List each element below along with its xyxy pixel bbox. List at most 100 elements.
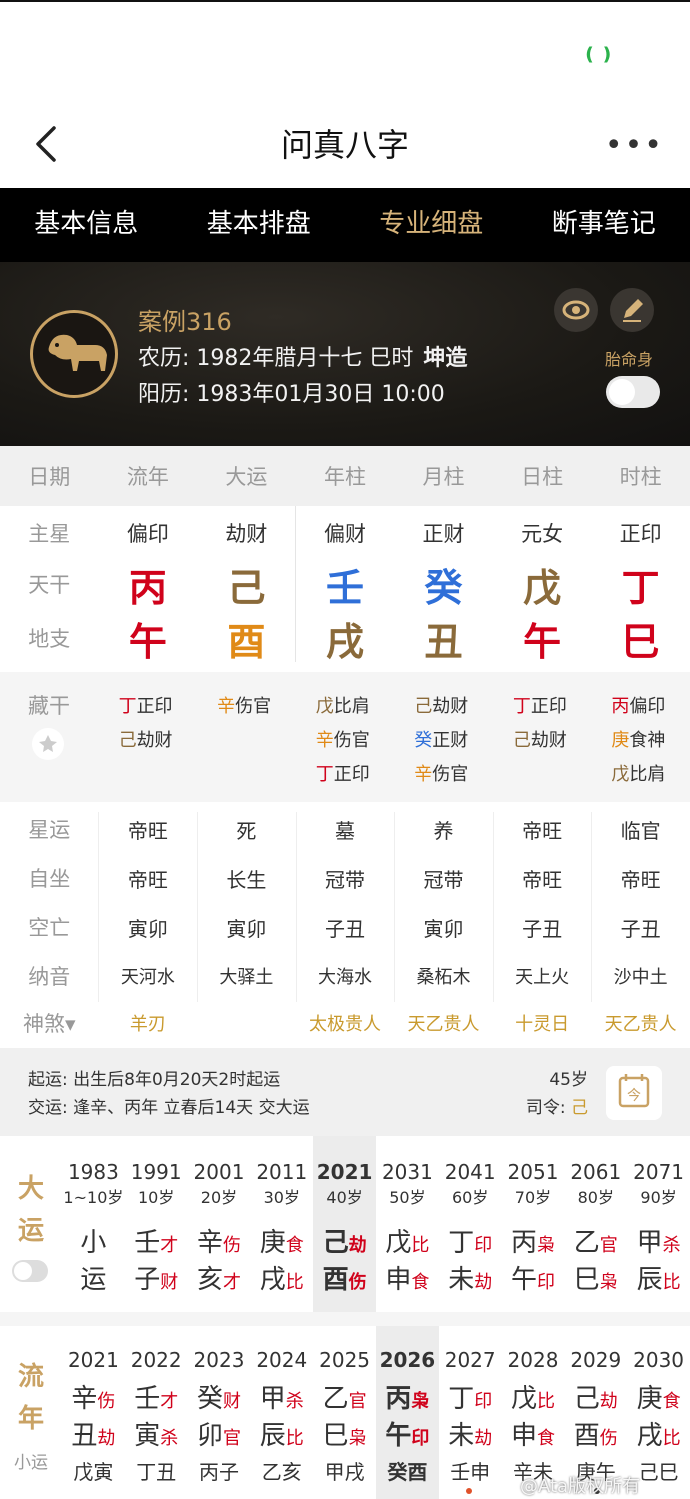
canggan-shishen: 劫财 [136, 730, 173, 751]
dayun-column[interactable]: 2011 30岁 庚食 戌比 [250, 1136, 313, 1312]
shensha-cell[interactable]: 太极贵人 [296, 1010, 395, 1036]
xingyun-cell: 墓 [334, 818, 355, 843]
liunian-column[interactable]: 2025 乙官 巳枭 甲戌 [313, 1326, 376, 1499]
gan-shishen: 印 [474, 1391, 493, 1412]
dayun-zhi: 酉伤 [313, 1259, 376, 1296]
battery-icon: ❪ ❫ [582, 44, 614, 65]
dayun-year: 2001 [193, 1160, 245, 1184]
toggle-knob [14, 1262, 32, 1280]
toggle-knob [609, 379, 635, 405]
taiyuan-toggle[interactable] [606, 376, 660, 408]
xiaoyun-toggle[interactable] [12, 1260, 48, 1282]
zhi-char: 辰 [259, 1421, 286, 1451]
liunian-year: 2024 [256, 1348, 308, 1372]
dayun-column[interactable]: 1991 10岁 壬才 子财 [125, 1136, 188, 1312]
liunian-column[interactable]: 2024 甲杀 辰比 乙亥 [250, 1326, 313, 1499]
eye-icon[interactable] [554, 288, 598, 332]
solar-date: 1983年01月30日 10:00 [196, 382, 445, 407]
liunian-gan: 戊比 [502, 1378, 565, 1415]
dayun-column[interactable]: 2021 40岁 己劫 酉伤 [313, 1136, 376, 1312]
calendar-icon: 今 [618, 1074, 650, 1108]
canggan-gan: 丁 [512, 696, 531, 717]
zhi-shishen: 食 [537, 1428, 555, 1449]
dayun-year: 1991 [130, 1160, 182, 1184]
zhi-char: 亥 [196, 1265, 223, 1295]
dayun-age: 40岁 [326, 1188, 363, 1207]
dayun-year: 2031 [381, 1160, 433, 1184]
liunian-gan: 己劫 [564, 1378, 627, 1415]
dayun-column[interactable]: 2041 60岁 丁印 未劫 [439, 1136, 502, 1312]
tab-bar: 基本信息 基本排盘 专业细盘 断事笔记 [0, 188, 690, 262]
liunian-column[interactable]: 2022 壬才 寅杀 丁丑 [125, 1326, 188, 1499]
dayun-column[interactable]: 2051 70岁 丙枭 午印 [502, 1136, 565, 1312]
liunian-column[interactable]: 2023 癸财 卯官 丙子 [188, 1326, 251, 1499]
tab-pro-chart[interactable]: 专业细盘 [345, 188, 518, 262]
liunian-gan: 乙官 [313, 1378, 376, 1415]
liunian-zhi: 未劫 [439, 1415, 502, 1452]
nayin-cell: 桑柘木 [416, 967, 471, 988]
gan-char: 甲 [636, 1228, 663, 1258]
dayun-age: 20岁 [200, 1188, 238, 1207]
dayun-column[interactable]: 2031 50岁 戊比 申食 [376, 1136, 439, 1312]
canggan-shishen: 比肩 [333, 696, 370, 717]
shensha-toggle[interactable]: 神煞▾ [0, 1008, 99, 1038]
nayin-cell: 天河水 [120, 967, 175, 988]
dayun-age: 50岁 [389, 1188, 426, 1207]
gan-shishen: 杀 [662, 1235, 681, 1256]
watermark: @Ata版权所有 [520, 1476, 641, 1497]
tab-basic-info[interactable]: 基本信息 [0, 188, 173, 262]
xiaoyun-ganzhi: 丁丑 [136, 1460, 177, 1484]
dayun-column[interactable]: 1983 1~10岁小运 [62, 1136, 125, 1312]
edit-icon[interactable] [610, 288, 654, 332]
dayun-gan: 丙枭 [502, 1222, 565, 1259]
canggan-item: 己劫财 [394, 690, 493, 724]
qiyun-info: 起运: 出生后8年0月20天2时起运 交运: 逢辛、丙年 立春后14天 交大运 … [0, 1048, 690, 1136]
pillar-header-row: 日期 流年 大运 年柱 月柱 日柱 时柱 [0, 446, 690, 506]
tiangan-char: 壬 [325, 565, 364, 610]
shensha-cell[interactable]: 羊刃 [99, 1010, 198, 1036]
liunian-year: 2027 [444, 1348, 496, 1372]
tab-notes[interactable]: 断事笔记 [518, 188, 690, 262]
dayun-column[interactable]: 2061 80岁 乙官 巳枭 [564, 1136, 627, 1312]
gan-shishen: 才 [160, 1391, 179, 1412]
pin-icon[interactable] [32, 728, 64, 760]
liunian-year: 2022 [130, 1348, 182, 1372]
gan-shishen: 伤 [97, 1391, 116, 1412]
zizuo-row: 自坐 帝旺 长生 冠带 冠带 帝旺 帝旺 [0, 855, 690, 901]
zhi-shishen: 伤 [348, 1272, 367, 1293]
dayun-year: 2041 [444, 1160, 496, 1184]
dayun-label-bottom: 运 [17, 1216, 44, 1246]
liunian-column[interactable]: 2026 丙枭 午印 癸酉 [376, 1326, 439, 1499]
calendar-today-button[interactable]: 今 [606, 1066, 662, 1120]
nayin-cell: 沙中土 [613, 967, 668, 988]
canggan-gan: 丁 [315, 764, 334, 785]
dayun-zhi: 申食 [376, 1259, 439, 1296]
liunian-gan: 壬才 [125, 1378, 188, 1415]
liunian-column[interactable]: 2027 丁印 未劫 壬申 [439, 1326, 502, 1499]
dayun-zhi: 巳枭 [564, 1259, 627, 1296]
title-bar: 问真八字 ••• [0, 100, 690, 188]
xiaoyun-ganzhi: 壬申 [450, 1460, 491, 1484]
canggan-item: 辛伤官 [296, 724, 395, 758]
liunian-zhi: 丑劫 [62, 1415, 125, 1452]
dayun-column[interactable]: 2001 20岁 辛伤 亥才 [188, 1136, 251, 1312]
zhuxing-row: 主星 偏印 劫财 偏财 正财 元女 正印 [0, 510, 690, 556]
canggan-gan: 戊 [611, 764, 630, 785]
shensha-cell[interactable]: 十灵日 [493, 1010, 592, 1036]
liunian-column[interactable]: 2021 辛伤 丑劫 戊寅 [62, 1326, 125, 1499]
dayun-column[interactable]: 2071 90岁 甲杀 辰比 [627, 1136, 690, 1312]
zhuxing-cell: 正印 [619, 522, 662, 546]
more-icon[interactable]: ••• [605, 128, 664, 163]
gan-shishen: 比 [537, 1391, 555, 1412]
shensha-cell[interactable]: 天乙贵人 [591, 1010, 690, 1036]
qiyun-text-block: 起运: 出生后8年0月20天2时起运 交运: 逢辛、丙年 立春后14天 交大运 [28, 1066, 310, 1122]
tab-basic-chart[interactable]: 基本排盘 [173, 188, 346, 262]
zhi-shishen: 枭 [348, 1428, 367, 1449]
shensha-cell[interactable]: 天乙贵人 [394, 1010, 493, 1036]
tiangan-char: 丙 [128, 565, 167, 610]
gan-char: 辛 [196, 1228, 223, 1258]
gan-shishen: 官 [348, 1391, 367, 1412]
